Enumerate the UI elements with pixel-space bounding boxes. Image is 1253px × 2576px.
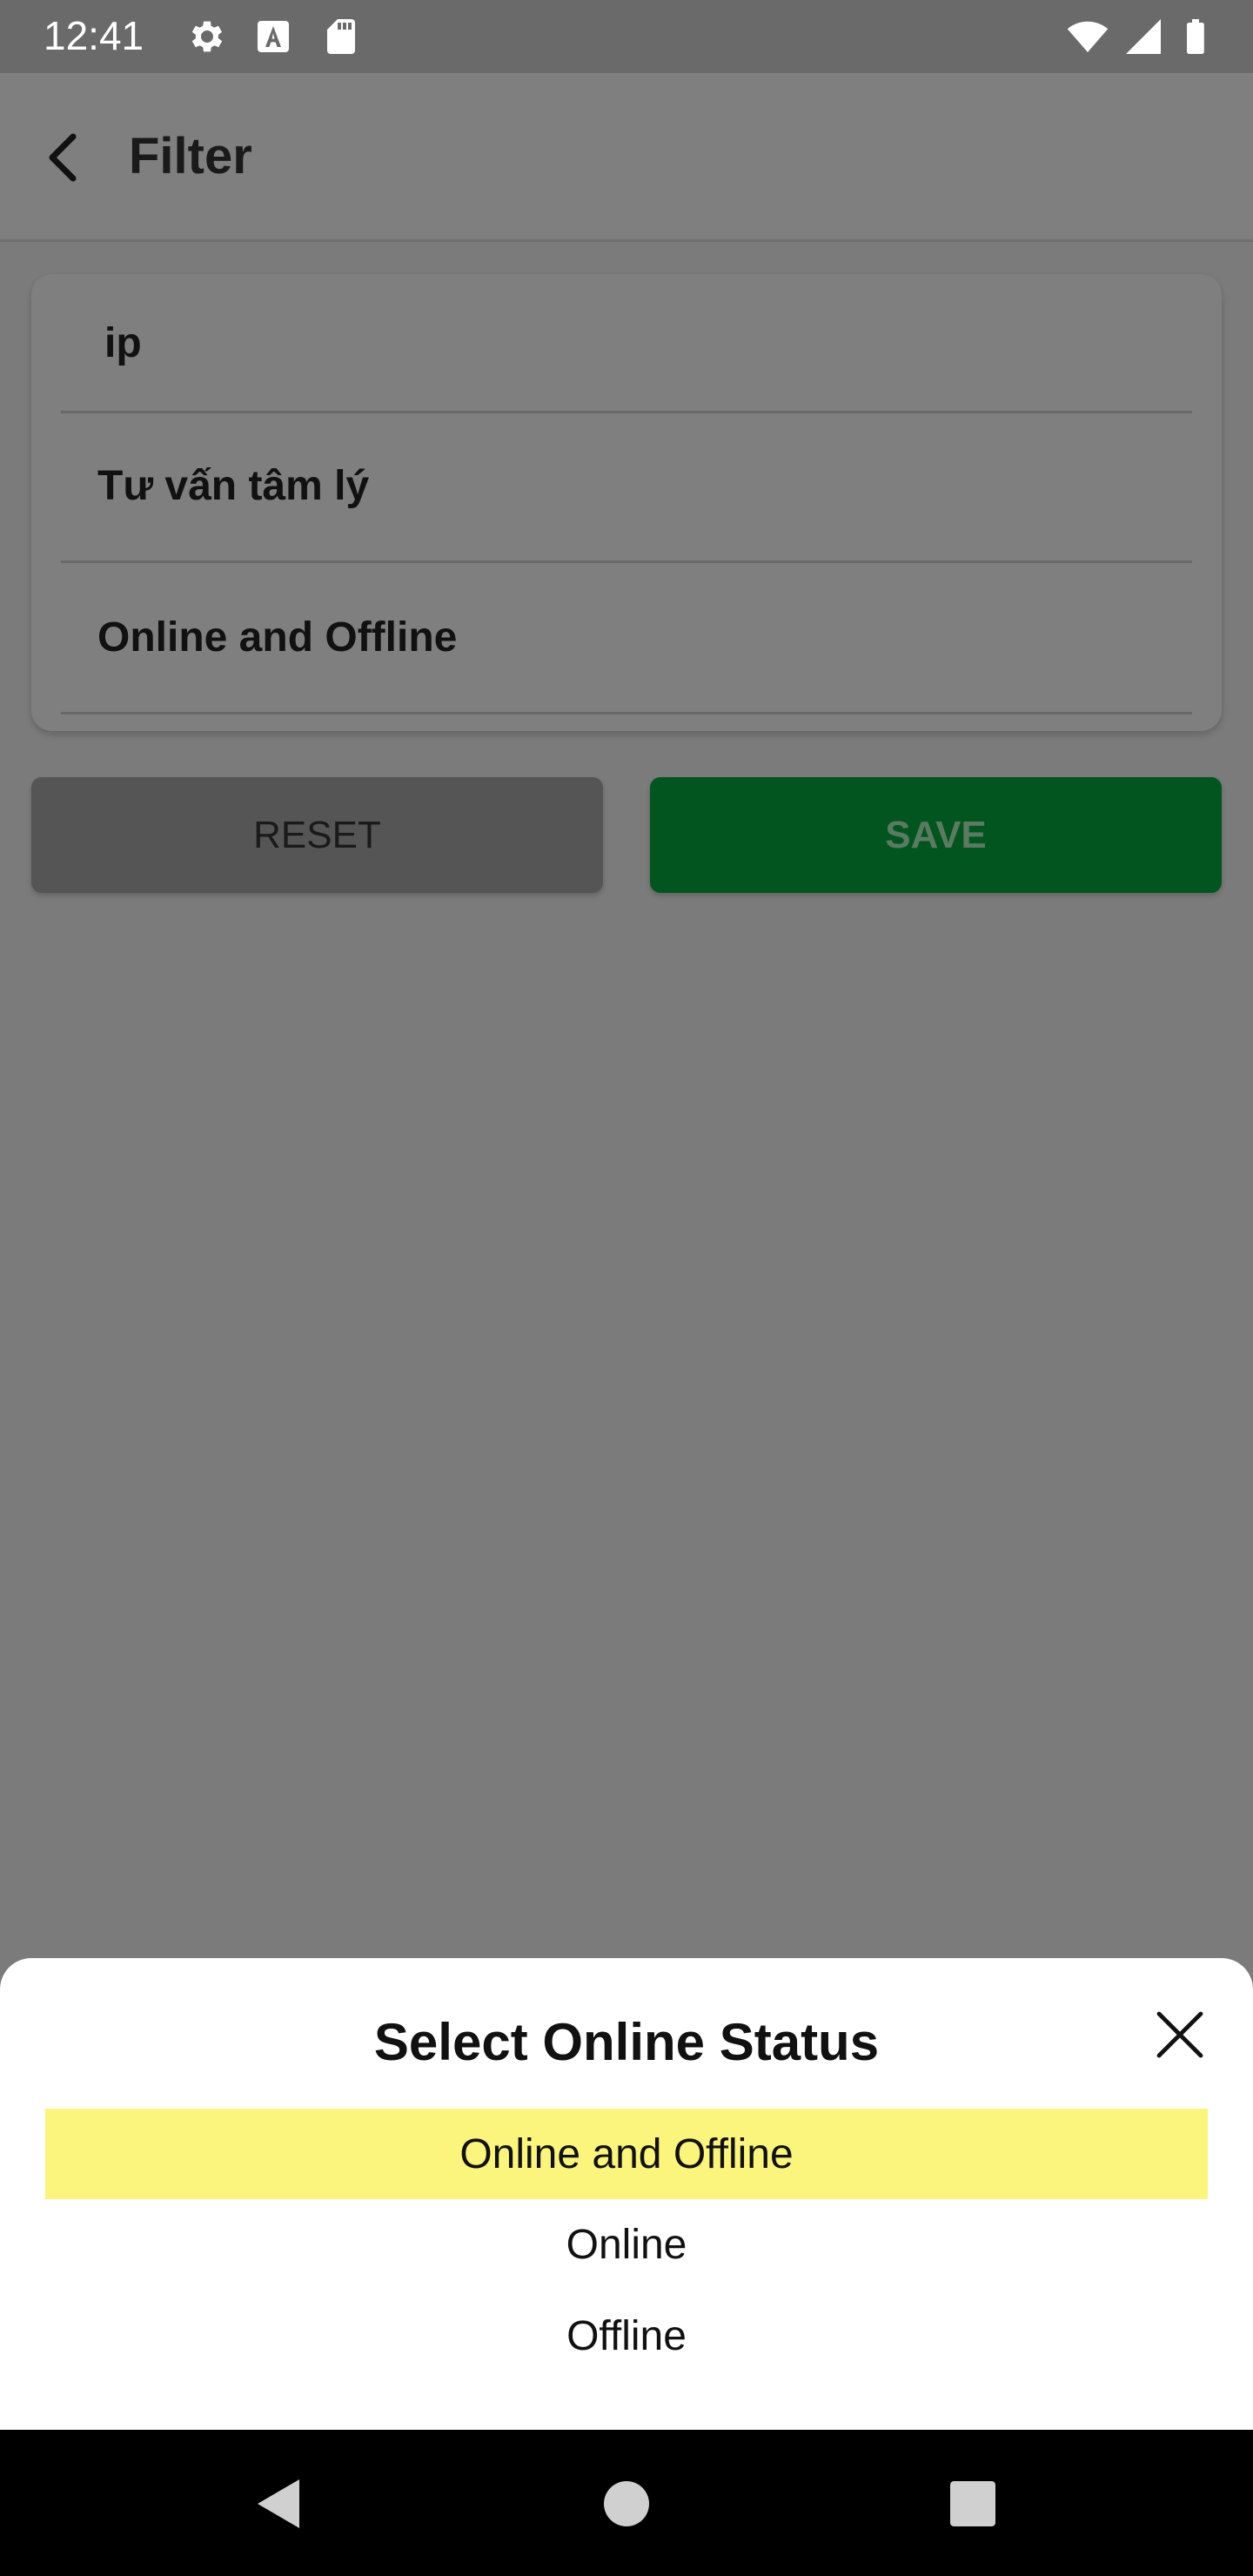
nav-home-button[interactable] (587, 2465, 666, 2543)
nav-back-icon (258, 2479, 299, 2528)
category-field-value: Tư vấn tâm lý (97, 463, 370, 509)
back-button[interactable] (35, 118, 90, 197)
signal-icon (1126, 19, 1161, 54)
nav-back-button[interactable] (239, 2465, 318, 2543)
nav-home-icon (604, 2481, 649, 2526)
online-status-field[interactable]: Online and Offline (61, 563, 1192, 714)
save-button[interactable]: SAVE (650, 777, 1222, 893)
nav-recents-button[interactable] (934, 2465, 1012, 2543)
filter-card: ip Tư vấn tâm lý Online and Offline (31, 274, 1222, 731)
online-status-field-value: Online and Offline (97, 614, 458, 661)
nav-recents-icon (950, 2481, 995, 2526)
wifi-icon (1067, 21, 1109, 53)
category-field[interactable]: Tư vấn tâm lý (61, 413, 1192, 563)
gear-icon (191, 21, 223, 52)
arrow-back-icon (49, 133, 77, 182)
sheet-title: Select Online Status (373, 2013, 880, 2071)
reset-button[interactable]: RESET (31, 777, 603, 893)
close-icon (1156, 2011, 1203, 2058)
close-button[interactable] (1149, 2003, 1211, 2066)
keyword-field-value: ip (104, 320, 142, 366)
option-online[interactable]: Online (45, 2199, 1208, 2290)
page-title: Filter (129, 128, 252, 184)
status-bar: 12:41 (0, 0, 1253, 73)
option-online-and-offline[interactable]: Online and Offline (45, 2109, 1208, 2199)
system-nav-bar (0, 2430, 1253, 2576)
sd-card-icon (327, 19, 355, 54)
option-offline[interactable]: Offline (45, 2291, 1208, 2381)
online-status-bottom-sheet: Select Online Status Online and Offline … (0, 1958, 1253, 2430)
battery-icon (1187, 19, 1204, 54)
keyword-field[interactable]: ip (61, 274, 1192, 413)
status-time: 12:41 (44, 13, 144, 58)
app-bar: Filter (0, 73, 1253, 242)
a-letter-icon (258, 21, 289, 52)
